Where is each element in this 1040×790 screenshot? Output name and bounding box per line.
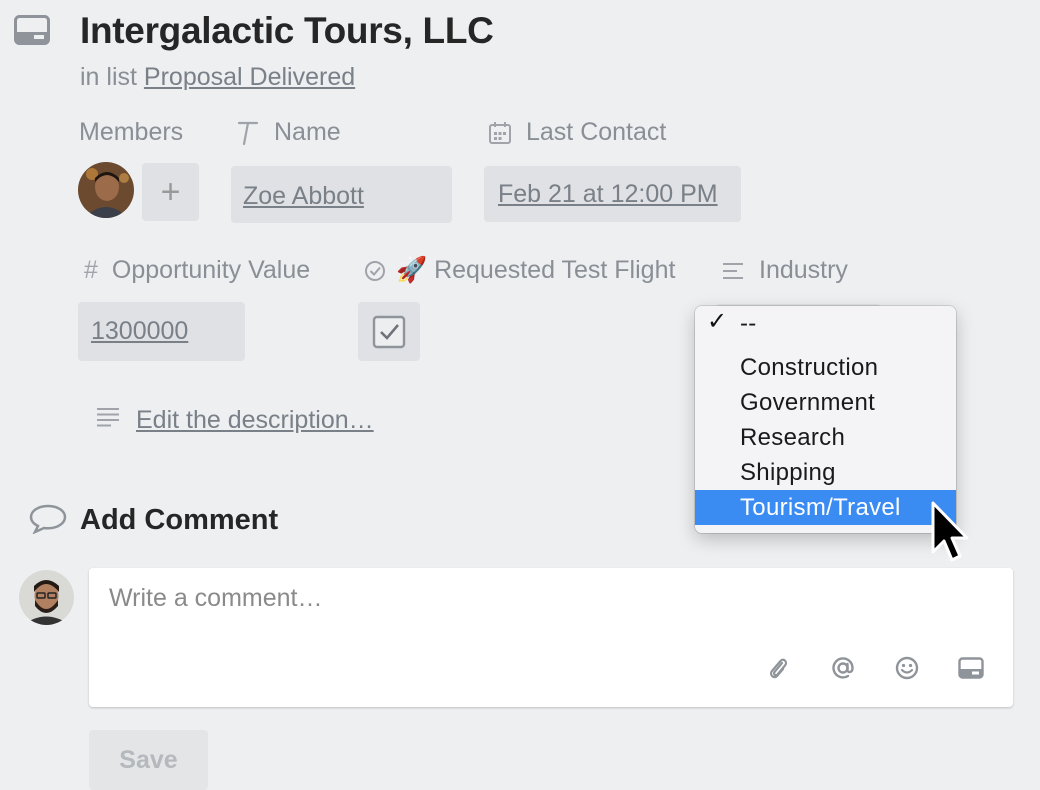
- members-label: Members: [79, 118, 184, 146]
- add-member-button[interactable]: +: [142, 163, 199, 221]
- edit-description-link[interactable]: Edit the description…: [96, 406, 374, 435]
- menu-item-construction[interactable]: Construction: [695, 350, 956, 385]
- test-flight-checkbox[interactable]: [358, 302, 420, 361]
- card-link-icon[interactable]: [955, 652, 987, 684]
- calendar-icon: [488, 121, 512, 145]
- current-user-avatar: [19, 570, 74, 625]
- card-title[interactable]: Intergalactic Tours, LLC: [80, 10, 494, 52]
- add-comment-heading: Add Comment: [28, 502, 278, 539]
- menu-item-none[interactable]: ✓ --: [695, 306, 956, 341]
- industry-label: Industry: [721, 256, 848, 285]
- menu-item-research[interactable]: Research: [695, 420, 956, 455]
- member-avatar[interactable]: [78, 162, 134, 218]
- list-lines-icon: [721, 261, 745, 281]
- card-icon: [14, 15, 50, 45]
- opportunity-value-label: # Opportunity Value: [84, 256, 311, 284]
- test-flight-label: 🚀 Requested Test Flight: [364, 256, 675, 285]
- menu-item-shipping[interactable]: Shipping: [695, 455, 956, 490]
- menu-item-tourism-travel[interactable]: Tourism/Travel: [695, 490, 956, 525]
- attachment-icon[interactable]: [762, 652, 794, 684]
- name-label: Name: [236, 118, 341, 147]
- description-icon: [96, 406, 122, 435]
- hash-icon: #: [84, 256, 98, 284]
- list-info: in list Proposal Delivered: [80, 63, 355, 92]
- comment-bubble-icon: [28, 502, 68, 539]
- mention-icon[interactable]: [827, 652, 859, 684]
- list-link[interactable]: Proposal Delivered: [144, 63, 355, 91]
- last-contact-field[interactable]: Feb 21 at 12:00 PM: [484, 166, 741, 222]
- text-field-icon: [236, 120, 260, 146]
- name-field[interactable]: Zoe Abbott: [231, 166, 452, 223]
- industry-dropdown-menu: ✓ -- Construction Government Research Sh…: [695, 306, 956, 533]
- checkmark-icon: ✓: [707, 308, 728, 335]
- comment-input[interactable]: [109, 584, 809, 613]
- checkmark-circle-icon: [364, 260, 386, 282]
- menu-item-government[interactable]: Government: [695, 385, 956, 420]
- save-button[interactable]: Save: [89, 730, 208, 790]
- comment-box: [89, 568, 1013, 707]
- opportunity-value-field[interactable]: 1300000: [78, 302, 245, 361]
- mouse-cursor-icon: [930, 500, 970, 566]
- emoji-icon[interactable]: [891, 652, 923, 684]
- in-list-prefix: in list: [80, 63, 137, 91]
- checkbox-checked-icon: [372, 315, 406, 348]
- last-contact-label: Last Contact: [488, 118, 666, 147]
